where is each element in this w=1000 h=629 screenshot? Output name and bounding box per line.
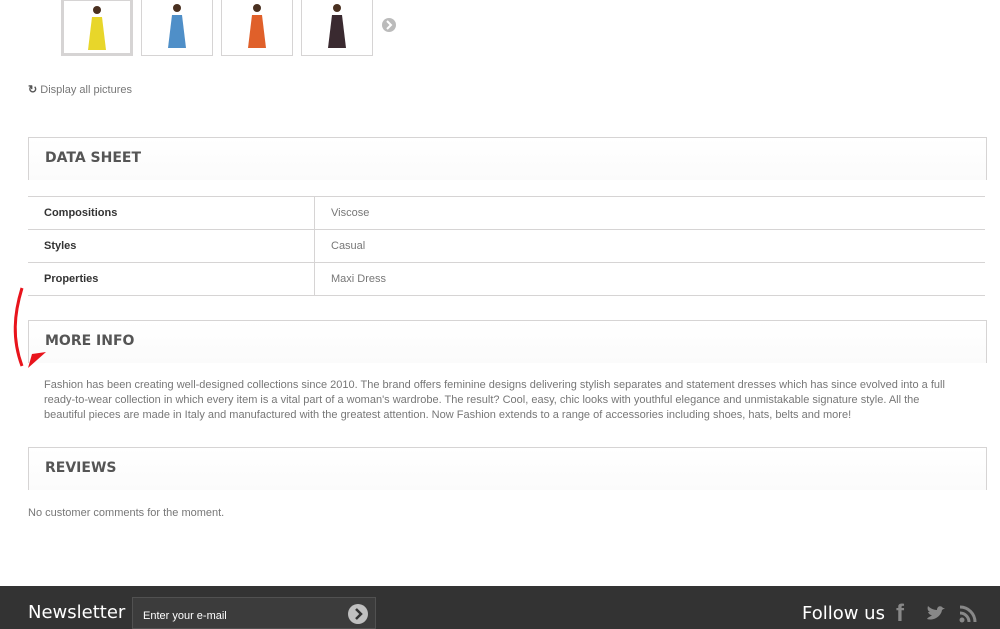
thumbnail-2[interactable] <box>141 0 213 56</box>
section-title: MORE INFO <box>45 333 135 349</box>
table-row: Properties Maxi Dress <box>28 262 985 296</box>
twitter-icon[interactable] <box>925 605 947 623</box>
display-all-pictures-link[interactable]: ↻ Display all pictures <box>28 83 132 96</box>
newsletter-email-input[interactable]: Enter your e-mail <box>132 597 376 629</box>
section-title: REVIEWS <box>45 460 117 476</box>
thumbnail-3[interactable] <box>221 0 293 56</box>
table-row: Styles Casual <box>28 229 985 263</box>
newsletter-label: Newsletter <box>28 602 126 623</box>
row-key: Properties <box>28 262 315 296</box>
more-info-header: MORE INFO <box>28 320 987 363</box>
email-placeholder: Enter your e-mail <box>143 610 227 622</box>
data-sheet-header: DATA SHEET <box>28 137 987 180</box>
section-title: DATA SHEET <box>45 150 142 166</box>
thumbnail-4[interactable] <box>301 0 373 56</box>
dress-image <box>248 4 266 48</box>
submit-arrow-icon[interactable] <box>348 604 368 624</box>
footer: Newsletter Enter your e-mail Follow us f <box>0 586 1000 629</box>
dress-image <box>168 4 186 48</box>
more-info-text: Fashion has been creating well-designed … <box>44 379 945 421</box>
dress-image <box>328 4 346 48</box>
red-arrow-annotation <box>10 287 46 384</box>
facebook-icon[interactable]: f <box>896 600 904 628</box>
next-thumbnail-icon[interactable] <box>381 17 397 33</box>
refresh-icon: ↻ <box>28 84 38 96</box>
dress-image <box>88 6 106 50</box>
table-row: Compositions Viscose <box>28 196 985 230</box>
follow-us-label: Follow us <box>802 603 885 624</box>
row-value: Viscose <box>314 196 985 230</box>
row-key: Styles <box>28 229 315 263</box>
reviews-header: REVIEWS <box>28 447 987 490</box>
row-key: Compositions <box>28 196 315 230</box>
row-value: Maxi Dress <box>314 262 985 296</box>
no-comments-text: No customer comments for the moment. <box>28 507 225 519</box>
row-value: Casual <box>314 229 985 263</box>
thumbnail-1[interactable] <box>61 0 133 56</box>
data-sheet-table: Compositions Viscose Styles Casual Propert… <box>28 196 985 296</box>
rss-icon[interactable] <box>958 604 978 624</box>
